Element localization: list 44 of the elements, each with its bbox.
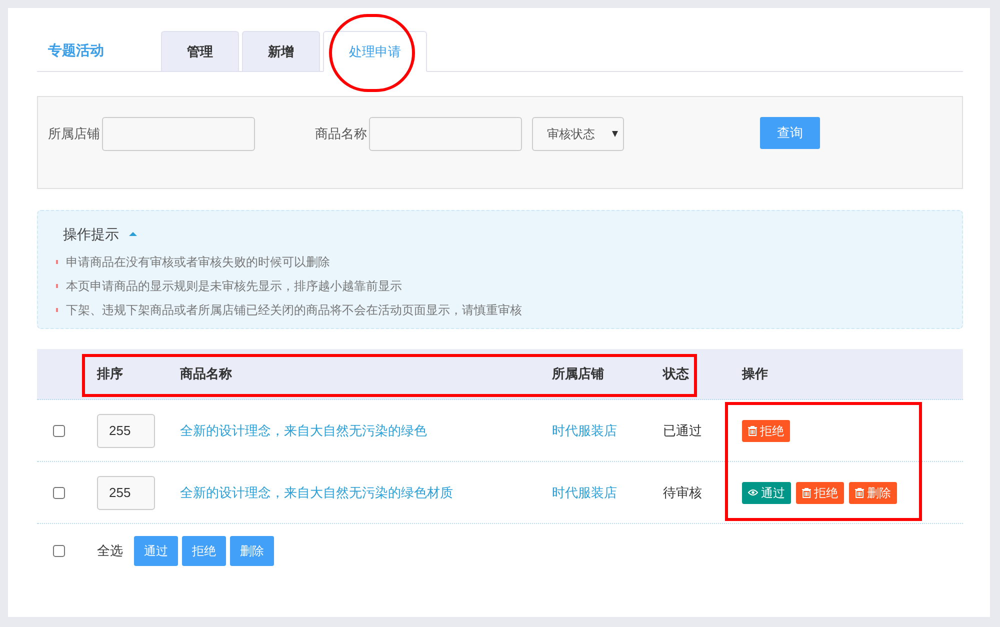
bulk-action-button[interactable]: 拒绝 [182, 536, 226, 566]
column-header: 所属店铺 [552, 366, 604, 381]
field-label: 所属店铺 [48, 125, 100, 143]
tip-text: 下架、违规下架商品或者所属店铺已经关闭的商品将不会在活动页面显示，请慎重审核 [66, 302, 522, 319]
shop-link[interactable]: 时代服装店 [552, 484, 617, 500]
search-button[interactable]: 查询 [760, 117, 820, 149]
delete-button[interactable]: 删除 [849, 482, 897, 504]
select-all-checkbox[interactable] [53, 545, 65, 557]
shop-link[interactable]: 时代服装店 [552, 422, 617, 438]
eye-icon [748, 489, 758, 496]
product-link[interactable]: 全新的设计理念，来自大自然无污染的绿色材质 [180, 484, 453, 500]
column-header: 操作 [742, 366, 768, 381]
bulk-action-button[interactable]: 通过 [134, 536, 178, 566]
column-header: 商品名称 [180, 366, 232, 381]
trash-icon [748, 426, 757, 436]
sort-input[interactable]: 255 [97, 476, 155, 510]
reject-button[interactable]: 拒绝 [742, 420, 790, 442]
collapse-caret-icon[interactable] [129, 232, 137, 236]
tip-text: 申请商品在没有审核或者审核失败的时候可以删除 [66, 254, 330, 271]
tab[interactable]: 新增 [242, 31, 320, 72]
input-field[interactable] [102, 117, 255, 151]
page-title: 专题活动 [48, 41, 105, 60]
status-select[interactable]: 审核状态 [532, 117, 624, 151]
tip-text: 本页申请商品的显示规则是未审核先显示，排序越小越靠前显示 [66, 278, 402, 295]
tab[interactable]: 处理申请 [323, 31, 427, 72]
column-header: 状态 [663, 366, 689, 381]
row-checkbox[interactable] [53, 486, 65, 498]
trash-icon [855, 488, 864, 498]
tab[interactable]: 管理 [161, 31, 239, 72]
status-text: 已通过 [663, 422, 702, 438]
caret-icon [612, 131, 618, 137]
trash-icon [802, 488, 811, 498]
row-checkbox[interactable] [53, 424, 65, 436]
tips-title: 操作提示 [63, 224, 119, 244]
select-all-label: 全选 [97, 542, 123, 560]
approve-button[interactable]: 通过 [742, 482, 791, 504]
bulk-action-button[interactable]: 删除 [230, 536, 274, 566]
column-header: 排序 [97, 366, 123, 381]
status-text: 待审核 [663, 484, 702, 500]
reject-button[interactable]: 拒绝 [796, 482, 844, 504]
product-link[interactable]: 全新的设计理念，来自大自然无污染的绿色 [180, 422, 427, 438]
field-label: 商品名称 [315, 125, 367, 143]
input-field[interactable] [369, 117, 522, 151]
sort-input[interactable]: 255 [97, 414, 155, 448]
